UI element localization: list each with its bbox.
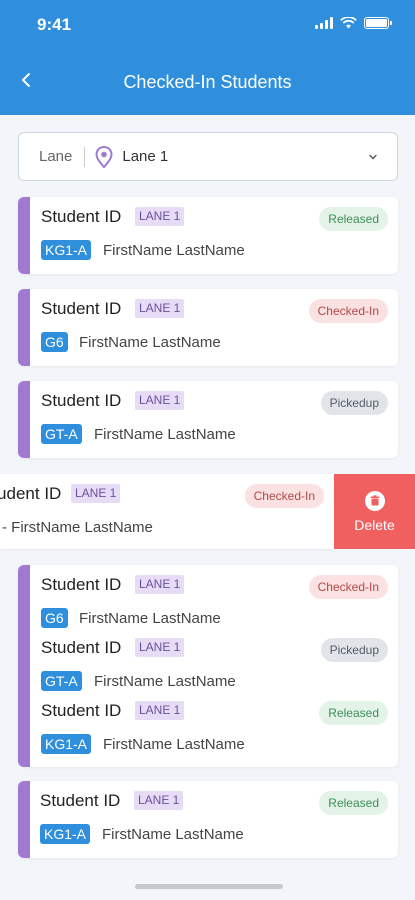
student-row[interactable]: Student ID LANE 1 KG1-A FirstName LastNa… — [18, 781, 398, 844]
lane-tag: LANE 1 — [135, 575, 185, 594]
student-id: Student ID — [41, 391, 122, 410]
student-name: FirstName LastName — [94, 426, 236, 443]
status-badge: Checked-In — [308, 299, 388, 323]
student-row[interactable]: Student ID LANE 1 KG1-A FirstName LastNa… — [18, 197, 398, 260]
location-pin-icon — [95, 145, 113, 168]
student-row[interactable]: Student ID LANE 1 GT-A FirstName LastNam… — [18, 381, 398, 444]
student-row[interactable]: Student ID LANE 1 GT-A FirstName LastNam… — [18, 628, 398, 691]
student-id: Student ID — [41, 638, 122, 657]
grade-badge: KG1-A — [40, 824, 91, 844]
page-title: Checked-In Students — [123, 72, 292, 92]
grade-badge: G6 — [41, 332, 68, 352]
status-badge: Released — [319, 701, 388, 725]
student-id: Student ID — [41, 575, 122, 594]
grade-badge: GT-A — [41, 424, 82, 444]
status-badge: Released — [319, 207, 388, 231]
student-id: Student ID — [40, 791, 121, 810]
student-name: FirstName LastName — [94, 673, 236, 690]
student-id: Student ID — [41, 701, 122, 720]
lane-tag: LANE 1 — [135, 391, 185, 410]
lane-tag: LANE 1 — [135, 701, 185, 720]
student-id: Student ID — [0, 484, 62, 503]
status-badge: Checked-In — [308, 575, 388, 599]
student-row[interactable]: Student ID LANE 1 - FirstName LastName C… — [0, 474, 334, 536]
student-name: - FirstName LastName — [2, 519, 153, 536]
lane-value: Lane 1 — [122, 148, 169, 165]
student-card[interactable]: Student ID LANE 1 GT-A FirstName LastNam… — [18, 381, 398, 458]
lane-tag: LANE 1 — [134, 791, 184, 810]
chevron-down-icon — [369, 154, 377, 160]
student-name: FirstName LastName — [103, 242, 245, 259]
student-card-swiped[interactable]: Student ID LANE 1 - FirstName LastName C… — [0, 474, 334, 549]
student-row[interactable]: Student ID LANE 1 G6 FirstName LastName … — [18, 289, 398, 352]
student-id: Student ID — [41, 299, 122, 318]
student-group-card[interactable]: Student ID LANE 1 G6 FirstName LastName … — [18, 565, 398, 767]
delete-button[interactable]: Delete — [334, 474, 415, 549]
student-card[interactable]: Student ID LANE 1 KG1-A FirstName LastNa… — [18, 197, 398, 274]
lane-tag: LANE 1 — [135, 299, 185, 318]
grade-badge: KG1-A — [41, 734, 92, 754]
grade-badge: KG1-A — [41, 240, 92, 260]
student-row[interactable]: Student ID LANE 1 KG1-A FirstName LastNa… — [18, 691, 398, 754]
divider — [84, 146, 86, 167]
lane-tag: LANE 1 — [71, 484, 121, 503]
wifi-icon — [340, 17, 357, 29]
grade-badge: GT-A — [41, 671, 82, 691]
student-name: FirstName LastName — [102, 826, 244, 843]
status-badge: Pickedup — [320, 391, 388, 415]
lane-tag: LANE 1 — [135, 638, 185, 657]
status-time: 9:41 — [37, 15, 72, 34]
lane-label: Lane — [39, 148, 73, 165]
student-name: FirstName LastName — [103, 736, 245, 753]
student-id: Student ID — [41, 207, 122, 226]
app-header: 9:41 Checked-In Students — [0, 0, 415, 115]
grade-badge: G6 — [41, 608, 68, 628]
battery-icon — [364, 17, 392, 29]
delete-label: Delete — [354, 517, 395, 533]
student-card[interactable]: Student ID LANE 1 KG1-A FirstName LastNa… — [18, 781, 398, 858]
status-icons — [315, 17, 392, 29]
home-indicator — [135, 884, 283, 889]
student-name: FirstName LastName — [79, 334, 221, 351]
status-badge: Released — [319, 791, 388, 815]
lane-tag: LANE 1 — [135, 207, 185, 226]
status-badge: Checked-In — [244, 484, 324, 508]
lane-dropdown[interactable]: Lane Lane 1 — [18, 132, 398, 181]
trash-icon — [365, 491, 385, 511]
student-card[interactable]: Student ID LANE 1 G6 FirstName LastName … — [18, 289, 398, 366]
status-badge: Pickedup — [320, 638, 388, 662]
student-name: FirstName LastName — [79, 610, 221, 627]
signal-icon — [315, 17, 333, 29]
student-row[interactable]: Student ID LANE 1 G6 FirstName LastName … — [18, 565, 398, 628]
